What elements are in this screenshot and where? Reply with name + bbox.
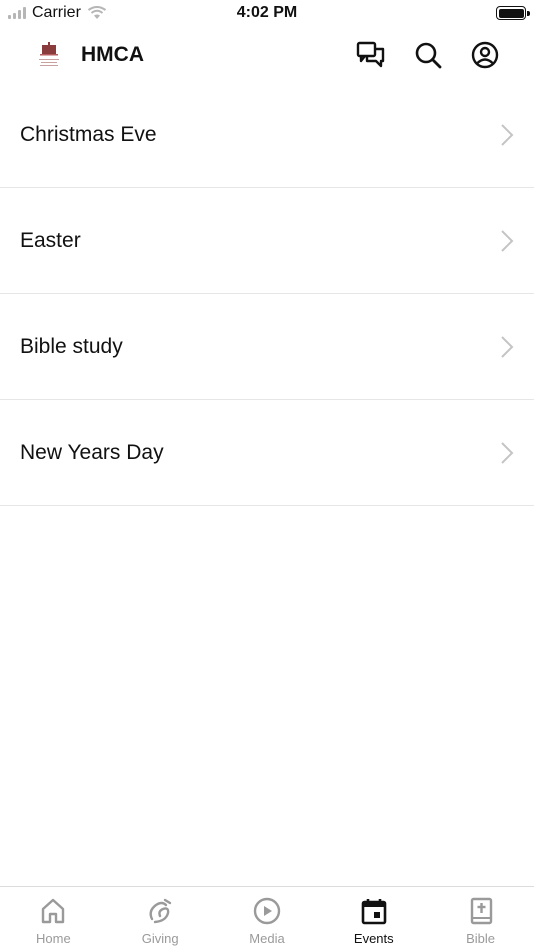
- event-item-bible-study[interactable]: Bible study: [0, 294, 534, 400]
- chevron-right-icon: [501, 336, 514, 358]
- bible-icon: [466, 896, 496, 926]
- chevron-right-icon: [501, 230, 514, 252]
- chevron-right-icon: [501, 124, 514, 146]
- tab-label: Media: [249, 931, 285, 946]
- app-title: HMCA: [81, 43, 144, 66]
- tab-label: Events: [353, 931, 394, 946]
- tab-giving[interactable]: Giving: [107, 887, 214, 950]
- event-item-easter[interactable]: Easter: [0, 188, 534, 294]
- tab-events[interactable]: Events: [320, 887, 427, 950]
- event-item-christmas-eve[interactable]: Christmas Eve: [0, 82, 534, 188]
- search-button[interactable]: [411, 38, 445, 72]
- chat-icon: [356, 41, 385, 68]
- chat-button[interactable]: [354, 38, 388, 72]
- event-label: Bible study: [20, 334, 123, 358]
- account-icon: [471, 41, 499, 69]
- tab-media[interactable]: Media: [214, 887, 321, 950]
- event-item-new-years-day[interactable]: New Years Day: [0, 400, 534, 506]
- church-logo: [36, 40, 62, 72]
- tab-label: Giving: [141, 931, 179, 946]
- tab-label: Bible: [466, 931, 496, 946]
- battery-icon: [496, 6, 530, 20]
- calendar-icon: [359, 896, 389, 926]
- tab-home[interactable]: Home: [0, 887, 107, 950]
- event-label: New Years Day: [20, 440, 164, 464]
- status-bar: Carrier 4:02 PM: [0, 0, 534, 28]
- event-list: Christmas Eve Easter Bible study New Yea…: [0, 82, 534, 506]
- tab-label: Home: [36, 931, 71, 946]
- home-icon: [38, 896, 68, 926]
- profile-button[interactable]: [468, 38, 502, 72]
- chevron-right-icon: [501, 442, 514, 464]
- event-label: Easter: [20, 228, 81, 252]
- tab-bar: Home Giving Media Events Bible: [0, 886, 534, 950]
- app-screen: Carrier 4:02 PM HMCA Christmas Eve Easte…: [0, 0, 534, 950]
- giving-icon: [145, 896, 175, 926]
- event-label: Christmas Eve: [20, 122, 157, 146]
- tab-bible[interactable]: Bible: [427, 887, 534, 950]
- play-icon: [252, 896, 282, 926]
- search-icon: [415, 42, 442, 69]
- app-header: HMCA: [0, 28, 534, 84]
- status-time: 4:02 PM: [236, 4, 298, 21]
